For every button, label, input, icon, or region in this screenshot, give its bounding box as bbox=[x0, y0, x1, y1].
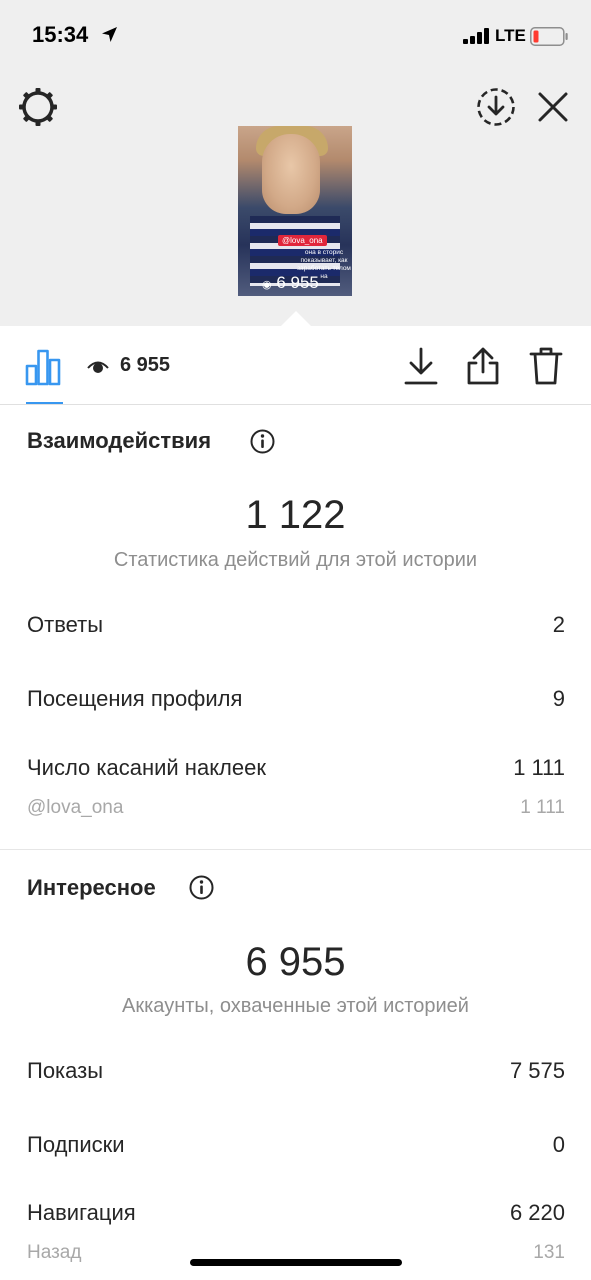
sticker-taps-label: Число касаний наклеек bbox=[27, 755, 266, 780]
insights-chart-icon[interactable] bbox=[24, 348, 62, 386]
follows-value: 0 bbox=[552, 1132, 565, 1157]
info-icon[interactable] bbox=[250, 429, 275, 454]
location-arrow-icon bbox=[102, 27, 117, 42]
story-views-overlay: ◉ 6 955 bbox=[262, 273, 319, 293]
impressions-label: Показы bbox=[27, 1058, 104, 1083]
navigation-value: 6 220 bbox=[509, 1200, 565, 1225]
section-divider bbox=[0, 849, 591, 850]
home-indicator[interactable] bbox=[190, 1259, 402, 1266]
thumbnail-pointer bbox=[280, 311, 312, 327]
interactions-title: Взаимодействия bbox=[27, 428, 212, 453]
insights-toolbar: 6 955 bbox=[0, 326, 591, 405]
signal-icon bbox=[463, 28, 489, 44]
back-value: 131 bbox=[533, 1242, 565, 1263]
story-views-count: 6 955 bbox=[276, 273, 319, 292]
profile-visits-label: Посещения профиля bbox=[27, 686, 243, 711]
replies-value: 2 bbox=[552, 612, 565, 637]
discovery-subtitle: Аккаунты, охваченные этой историей bbox=[122, 995, 469, 1017]
interactions-subtitle: Статистика действий для этой истории bbox=[113, 549, 478, 571]
story-mention-tag: @lova_ona bbox=[278, 235, 327, 246]
replies-label: Ответы bbox=[27, 612, 104, 637]
trash-icon[interactable] bbox=[528, 346, 564, 386]
story-thumbnail[interactable]: @lova_ona она в сторис показывает, как з… bbox=[238, 126, 352, 296]
impressions-value: 7 575 bbox=[509, 1058, 565, 1083]
sticker-mention-label: @lova_ona bbox=[27, 797, 124, 818]
settings-gear-icon[interactable] bbox=[17, 86, 59, 128]
info-icon[interactable] bbox=[189, 875, 214, 900]
profile-visits-value: 9 bbox=[552, 686, 565, 711]
back-label: Назад bbox=[27, 1242, 82, 1263]
active-tab-underline bbox=[26, 402, 63, 404]
close-icon[interactable] bbox=[534, 88, 572, 126]
follows-label: Подписки bbox=[27, 1132, 125, 1157]
thumbnail-face bbox=[262, 134, 320, 214]
toolbar-views-count: 6 955 bbox=[120, 354, 171, 376]
status-time: 15:34 bbox=[32, 22, 89, 47]
sticker-mention-value: 1 111 bbox=[520, 797, 565, 818]
network-type: LTE bbox=[495, 26, 526, 45]
sticker-taps-value: 1 111 bbox=[513, 755, 565, 780]
navigation-label: Навигация bbox=[27, 1200, 136, 1225]
interactions-total: 1 122 bbox=[245, 493, 346, 537]
discovery-total: 6 955 bbox=[245, 940, 346, 984]
eye-icon bbox=[87, 361, 109, 373]
download-circle-icon[interactable] bbox=[475, 86, 517, 128]
battery-icon bbox=[530, 27, 568, 46]
download-icon[interactable] bbox=[403, 346, 439, 386]
eye-icon: ◉ bbox=[262, 279, 272, 291]
discovery-title: Интересное bbox=[27, 875, 156, 900]
share-icon[interactable] bbox=[465, 346, 501, 386]
